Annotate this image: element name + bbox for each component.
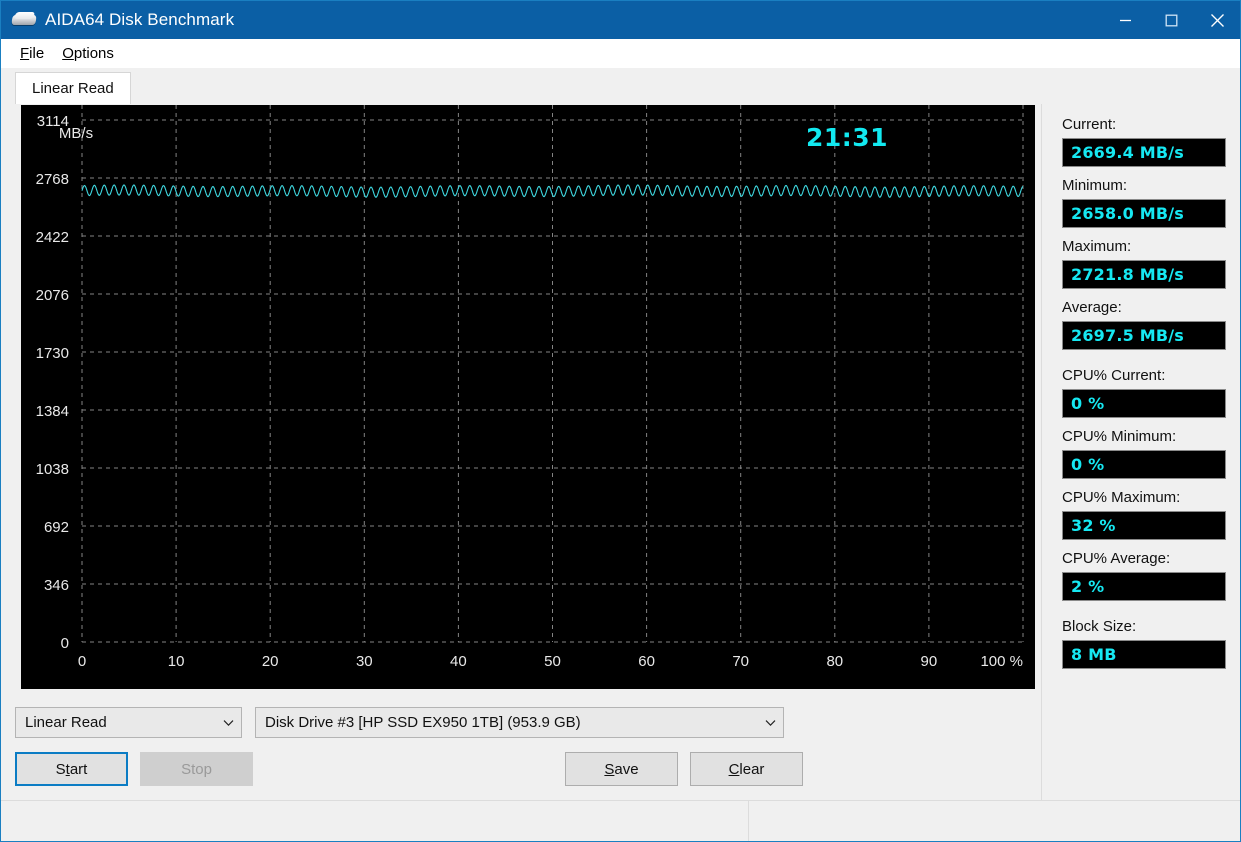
svg-text:MB/s: MB/s — [59, 125, 93, 142]
chart-canvas: 31142768242220761730138410386923460 0 10 2… — [21, 105, 1035, 689]
stat-block-size: Block Size: 8 MB — [1062, 617, 1226, 669]
stat-cpu-maximum-value: 32 % — [1062, 511, 1226, 540]
svg-text:346: 346 — [44, 577, 69, 594]
stop-button: Stop — [140, 752, 253, 786]
status-bar — [1, 800, 1240, 841]
svg-text:80: 80 — [826, 653, 843, 670]
svg-text:10: 10 — [168, 653, 185, 670]
stat-minimum-label: Minimum: — [1062, 177, 1128, 194]
start-button-label: Start — [55, 760, 88, 778]
window-controls — [1102, 1, 1240, 39]
stat-average-label: Average: — [1062, 299, 1122, 316]
svg-text:100 %: 100 % — [980, 653, 1023, 670]
status-pane-1 — [1, 801, 749, 841]
stat-maximum: Maximum: 2721.8 MB/s — [1062, 237, 1226, 289]
tab-linear-read[interactable]: Linear Read — [15, 72, 131, 104]
stat-cpu-current-value: 0 % — [1062, 389, 1226, 418]
start-button[interactable]: Start — [15, 752, 128, 786]
svg-text:0: 0 — [78, 653, 86, 670]
stat-cpu-minimum: CPU% Minimum: 0 % — [1062, 427, 1226, 479]
stat-current: Current: 2669.4 MB/s — [1062, 115, 1226, 167]
main-body: 3114 2768 2422 2076 1730 1384 1038 692 346 0 0 10 2… — [1, 104, 1240, 800]
stats-panel: Current: 2669.4 MB/s Minimum: 2658.0 MB/… — [1041, 104, 1240, 800]
stat-current-value: 2669.4 MB/s — [1062, 138, 1226, 167]
stat-average: Average: 2697.5 MB/s — [1062, 298, 1226, 350]
menu-bar: File Options — [1, 39, 1240, 68]
svg-text:40: 40 — [450, 653, 467, 670]
svg-text:70: 70 — [732, 653, 749, 670]
svg-text:2422: 2422 — [36, 229, 69, 246]
selector-row: Linear Read Disk Drive #3 [HP SSD EX950 … — [15, 707, 1041, 738]
svg-text:1038: 1038 — [36, 461, 69, 478]
save-button-label: Save — [604, 760, 639, 778]
control-panel: Linear Read Disk Drive #3 [HP SSD EX950 … — [1, 689, 1041, 800]
button-row: Start Stop Save Clear — [15, 752, 1041, 786]
tab-strip: Linear Read — [1, 71, 1240, 104]
disk-drive-icon — [11, 10, 37, 30]
minimize-icon[interactable] — [1102, 1, 1148, 39]
stat-cpu-average-label: CPU% Average: — [1062, 550, 1171, 567]
save-button[interactable]: Save — [565, 752, 678, 786]
menu-item-options[interactable]: Options — [53, 43, 123, 64]
svg-text:1730: 1730 — [36, 345, 69, 362]
stat-cpu-current-label: CPU% Current: — [1062, 367, 1166, 384]
stat-cpu-minimum-label: CPU% Minimum: — [1062, 428, 1177, 445]
stat-cpu-minimum-value: 0 % — [1062, 450, 1226, 479]
svg-text:1384: 1384 — [36, 403, 69, 420]
stat-cpu-maximum-label: CPU% Maximum: — [1062, 489, 1181, 506]
clear-button[interactable]: Clear — [690, 752, 803, 786]
status-pane-2 — [749, 801, 1240, 841]
menu-item-file-rest: ile — [29, 45, 45, 62]
stat-minimum-value: 2658.0 MB/s — [1062, 199, 1226, 228]
disk-select[interactable]: Disk Drive #3 [HP SSD EX950 1TB] (953.9 … — [255, 707, 784, 738]
stat-average-value: 2697.5 MB/s — [1062, 321, 1226, 350]
linear-read-chart: 3114 2768 2422 2076 1730 1384 1038 692 346 0 0 10 2… — [21, 105, 1035, 689]
stat-maximum-value: 2721.8 MB/s — [1062, 260, 1226, 289]
stat-cpu-current: CPU% Current: 0 % — [1062, 366, 1226, 418]
aida64-disk-benchmark-window: AIDA64 Disk Benchmark File Options Linea… — [0, 0, 1241, 842]
svg-text:0: 0 — [61, 635, 69, 652]
stat-maximum-label: Maximum: — [1062, 238, 1132, 255]
menu-item-options-rest: ptions — [73, 45, 114, 62]
svg-text:30: 30 — [356, 653, 373, 670]
elapsed-time: 21:31 — [806, 123, 889, 152]
svg-text:20: 20 — [262, 653, 279, 670]
chevron-down-icon[interactable] — [215, 719, 241, 727]
chevron-down-icon[interactable] — [757, 719, 783, 727]
stat-block-size-label: Block Size: — [1062, 618, 1137, 635]
benchmark-mode-select[interactable]: Linear Read — [15, 707, 242, 738]
stat-block-size-value: 8 MB — [1062, 640, 1226, 669]
benchmark-mode-value: Linear Read — [25, 714, 107, 731]
stat-cpu-maximum: CPU% Maximum: 32 % — [1062, 488, 1226, 540]
svg-text:60: 60 — [638, 653, 655, 670]
stat-cpu-average: CPU% Average: 2 % — [1062, 549, 1226, 601]
svg-text:90: 90 — [921, 653, 938, 670]
left-column: 3114 2768 2422 2076 1730 1384 1038 692 346 0 0 10 2… — [1, 104, 1041, 800]
disk-select-value: Disk Drive #3 [HP SSD EX950 1TB] (953.9 … — [265, 714, 581, 731]
menu-item-file[interactable]: File — [11, 43, 53, 64]
svg-text:2768: 2768 — [36, 171, 69, 188]
stat-current-label: Current: — [1062, 116, 1117, 133]
svg-text:50: 50 — [544, 653, 561, 670]
svg-text:692: 692 — [44, 519, 69, 536]
window-title: AIDA64 Disk Benchmark — [45, 10, 235, 29]
title-bar: AIDA64 Disk Benchmark — [1, 1, 1240, 39]
stat-minimum: Minimum: 2658.0 MB/s — [1062, 176, 1226, 228]
stat-cpu-average-value: 2 % — [1062, 572, 1226, 601]
close-icon[interactable] — [1194, 1, 1240, 39]
maximize-icon[interactable] — [1148, 1, 1194, 39]
svg-text:2076: 2076 — [36, 287, 69, 304]
clear-button-label: Clear — [728, 760, 765, 778]
